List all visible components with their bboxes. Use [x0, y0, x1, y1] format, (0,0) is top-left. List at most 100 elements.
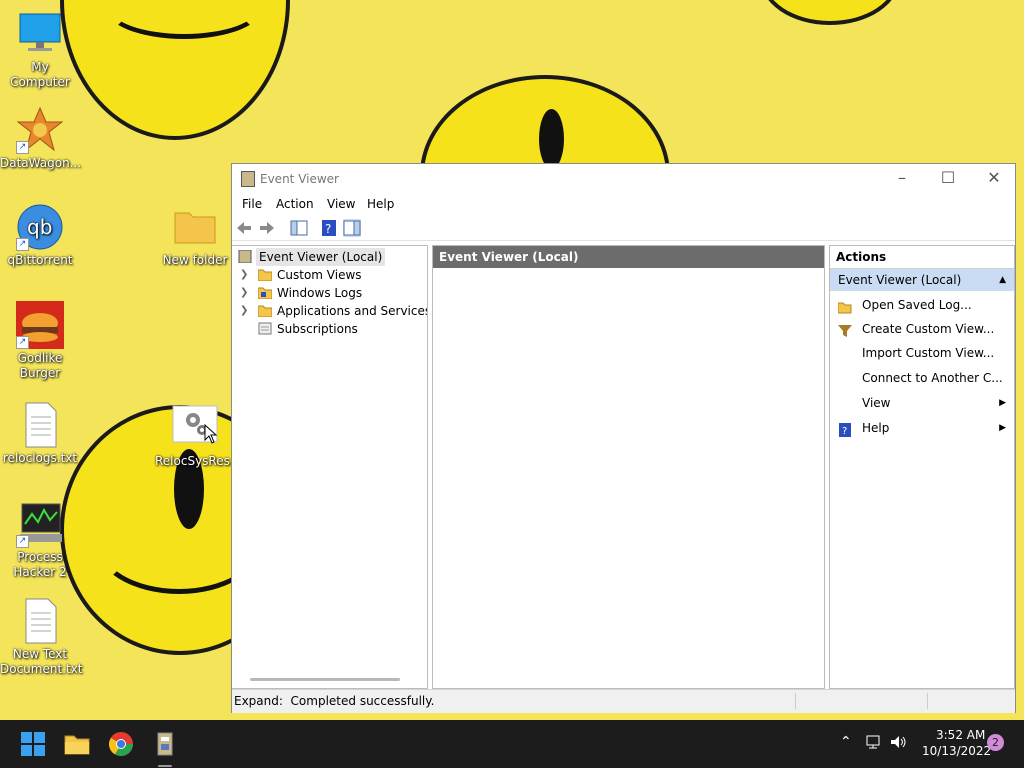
- minimize-button[interactable]: –: [879, 164, 925, 194]
- menu-action[interactable]: Action: [276, 197, 314, 211]
- svg-text:qb: qb: [27, 215, 52, 239]
- shortcut-arrow-icon: ↗: [16, 336, 29, 349]
- forward-arrow-icon[interactable]: [258, 219, 276, 237]
- submenu-arrow-icon: ▶: [999, 423, 1006, 433]
- tree-item-label: Custom Views: [277, 268, 362, 282]
- desktop-icon-label: New folder: [162, 253, 228, 267]
- notification-count: 2: [992, 736, 999, 749]
- chevron-right-icon[interactable]: ❯: [240, 302, 250, 320]
- horizontal-scrollbar[interactable]: [250, 678, 400, 681]
- console-tree[interactable]: Event Viewer (Local) ❯ Custom Views ❯ Wi…: [232, 245, 428, 689]
- tree-item-label: Applications and Services Lo: [277, 304, 428, 318]
- show-hide-action-pane-icon[interactable]: [343, 219, 361, 237]
- maximize-button[interactable]: ☐: [925, 164, 971, 194]
- shortcut-arrow-icon: ↗: [16, 141, 29, 154]
- event-viewer-window[interactable]: Event Viewer – ☐ ✕ File Action View Help…: [231, 163, 1016, 713]
- folder-icon: [257, 268, 273, 282]
- action-open-saved-log[interactable]: Open Saved Log...: [830, 293, 1014, 317]
- collapse-arrow-icon[interactable]: ▲: [999, 269, 1006, 291]
- mouse-cursor: [204, 423, 218, 447]
- folder-icon: [171, 203, 219, 251]
- tree-item-label: Event Viewer (Local): [256, 248, 386, 266]
- clock-time[interactable]: 3:52 AM: [936, 728, 985, 742]
- action-label: Help: [862, 421, 890, 435]
- help-icon[interactable]: ?: [320, 219, 338, 237]
- actions-section-event-viewer[interactable]: Event Viewer (Local) ▲: [830, 269, 1014, 291]
- filter-icon: [838, 322, 852, 337]
- text-file-icon: [16, 401, 64, 449]
- open-folder-icon: [837, 298, 852, 314]
- action-label: Open Saved Log...: [862, 298, 972, 312]
- action-connect-to-another-computer[interactable]: Connect to Another C...: [830, 366, 1014, 390]
- active-app-indicator: [158, 765, 172, 767]
- desktop-icon-label: RelocSysRes...: [155, 454, 242, 468]
- desktop-icon-reloclogs[interactable]: reloclogs.txt: [0, 401, 80, 466]
- monitor-icon: [16, 10, 64, 58]
- actions-header: Actions: [830, 246, 1014, 269]
- chevron-right-icon[interactable]: ❯: [240, 266, 250, 284]
- burger-icon: ↗: [16, 301, 64, 349]
- status-divider: [927, 693, 928, 709]
- back-arrow-icon[interactable]: [235, 219, 253, 237]
- desktop-icon-label: DataWagon...: [0, 156, 82, 170]
- desktop-icon-new-text-document[interactable]: New Text Document.txt: [0, 597, 83, 677]
- help-icon: ?: [838, 421, 852, 437]
- action-help[interactable]: ? Help ▶: [830, 416, 1014, 440]
- chevron-right-icon[interactable]: ❯: [240, 284, 250, 302]
- menu-file[interactable]: File: [242, 197, 262, 211]
- menu-view[interactable]: View: [327, 197, 355, 211]
- action-label: Connect to Another C...: [862, 371, 1003, 385]
- title-bar[interactable]: Event Viewer – ☐ ✕: [232, 164, 1015, 194]
- action-view[interactable]: View ▶: [830, 391, 1014, 415]
- start-windows-icon[interactable]: [19, 730, 47, 758]
- shortcut-arrow-icon: ↗: [16, 238, 29, 251]
- toolbar: ?: [232, 216, 1015, 241]
- desktop-icon-label: My Computer: [10, 60, 70, 89]
- desktop-icon-new-folder[interactable]: New folder: [155, 203, 235, 268]
- desktop-icon-relocsysres[interactable]: RelocSysRes...: [155, 404, 241, 469]
- desktop-icon-label: qBittorrent: [7, 253, 73, 267]
- folder-icon: [257, 304, 273, 318]
- show-hidden-icons-chevron-icon[interactable]: ⌃: [840, 734, 852, 750]
- desktop-icon-datawagon[interactable]: ↗ DataWagon...: [0, 106, 82, 171]
- file-explorer-icon[interactable]: [63, 730, 91, 758]
- desktop-icon-process-hacker[interactable]: ↗ Process Hacker 2: [0, 500, 80, 580]
- shortcut-arrow-icon: ↗: [16, 535, 29, 548]
- window-title: Event Viewer: [260, 172, 339, 186]
- desktop-icon-label: New Text Document.txt: [0, 647, 83, 676]
- wallpaper-smiley: [760, 0, 900, 25]
- desktop-icon-qbittorrent[interactable]: qb ↗ qBittorrent: [0, 203, 80, 268]
- actions-section-label: Event Viewer (Local): [838, 273, 962, 287]
- chrome-icon[interactable]: [107, 730, 135, 758]
- submenu-arrow-icon: ▶: [999, 398, 1006, 408]
- status-divider: [795, 693, 796, 709]
- status-text: Expand: Completed successfully.: [234, 694, 435, 708]
- desktop-icon-godlike-burger[interactable]: ↗ Godlike Burger: [0, 301, 80, 381]
- show-hide-console-tree-icon[interactable]: [290, 219, 308, 237]
- folder-icon: [257, 286, 273, 300]
- process-hacker-icon: ↗: [16, 500, 64, 548]
- action-create-custom-view[interactable]: Create Custom View...: [830, 317, 1014, 341]
- notification-badge[interactable]: 2: [987, 734, 1004, 751]
- main-panes: Event Viewer (Local) ❯ Custom Views ❯ Wi…: [232, 245, 1015, 689]
- action-import-custom-view[interactable]: Import Custom View...: [830, 341, 1014, 365]
- center-pane: Event Viewer (Local): [432, 245, 825, 689]
- desktop-icon-my-computer[interactable]: My Computer: [0, 10, 80, 90]
- desktop-icon-label: Process Hacker 2: [13, 550, 67, 579]
- event-viewer-app-icon: [241, 171, 255, 187]
- menu-help[interactable]: Help: [367, 197, 394, 211]
- tree-item-label: Windows Logs: [277, 286, 363, 300]
- status-bar: Expand: Completed successfully.: [232, 689, 1015, 713]
- event-viewer-taskbar-icon[interactable]: [151, 730, 179, 758]
- menu-bar: File Action View Help: [232, 194, 1015, 216]
- taskbar: ⌃ 3:52 AM 10/13/2022 2: [0, 720, 1024, 768]
- svg-text:?: ?: [325, 222, 331, 236]
- close-button[interactable]: ✕: [971, 164, 1017, 194]
- svg-text:?: ?: [842, 426, 847, 437]
- desktop-icon-label: reloclogs.txt: [2, 451, 78, 465]
- clock-date[interactable]: 10/13/2022: [922, 744, 991, 758]
- network-icon[interactable]: [866, 734, 882, 753]
- qbittorrent-icon: qb ↗: [16, 203, 64, 251]
- action-label: Create Custom View...: [862, 322, 995, 336]
- volume-icon[interactable]: [890, 734, 908, 753]
